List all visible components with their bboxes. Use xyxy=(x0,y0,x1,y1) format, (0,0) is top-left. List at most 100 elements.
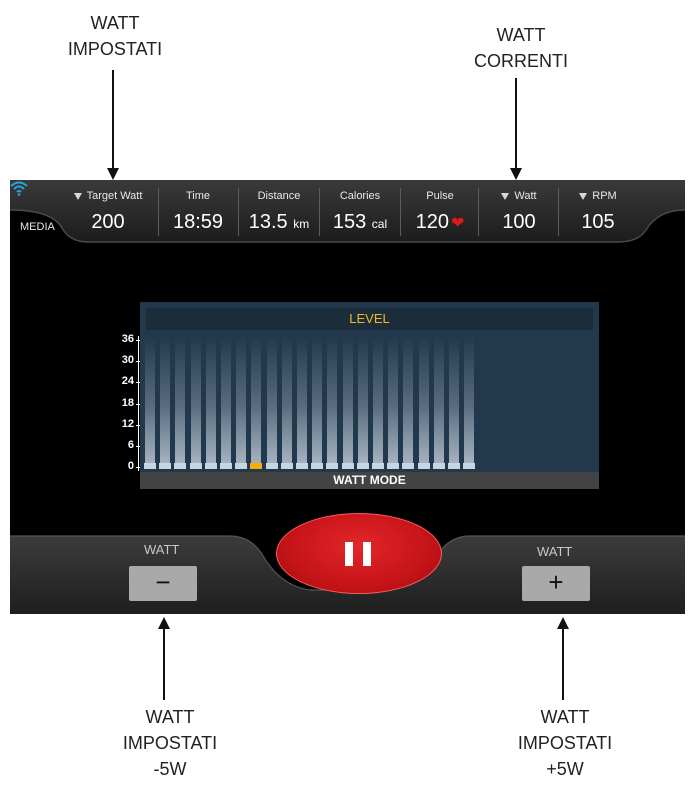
level-column xyxy=(449,336,459,463)
minus-icon: − xyxy=(155,567,171,597)
level-segment xyxy=(402,463,415,469)
level-column xyxy=(418,336,429,463)
annotation-watt-impostati-minus: WATT IMPOSTATI -5W xyxy=(105,704,235,782)
stat-watt[interactable]: Watt 100 xyxy=(480,184,558,242)
stat-rpm[interactable]: RPM 105 xyxy=(560,184,636,242)
level-segment xyxy=(189,463,202,469)
media-button[interactable]: MEDIA xyxy=(20,221,55,233)
annotation-line: WATT xyxy=(90,13,140,33)
level-chart: LEVEL WATT MODE xyxy=(140,302,599,489)
y-tick-mark xyxy=(136,403,140,405)
annotation-watt-impostati-plus: WATT IMPOSTATI +5W xyxy=(500,704,630,782)
level-segment xyxy=(311,463,324,469)
divider xyxy=(158,188,159,236)
annotation-line: WATT xyxy=(540,707,590,727)
heart-icon: ❤ xyxy=(450,215,465,232)
annotation-arrow xyxy=(163,628,165,700)
annotation-arrow xyxy=(515,78,517,170)
annotation-line: IMPOSTATI xyxy=(67,39,163,59)
annotation-line: WATT xyxy=(145,707,195,727)
stat-value: 18:59 xyxy=(160,211,236,234)
stat-value: 105 xyxy=(560,211,636,234)
level-segment xyxy=(356,463,369,469)
level-segment xyxy=(372,463,384,469)
stat-value-text: 13.5 xyxy=(248,211,288,233)
triangle-down-icon xyxy=(501,192,510,200)
stat-label: Pulse xyxy=(426,190,454,202)
y-tick-label: 6 xyxy=(127,438,134,451)
arrow-down-icon xyxy=(107,168,119,180)
divider xyxy=(478,188,479,236)
level-column xyxy=(145,336,155,463)
level-column xyxy=(342,336,353,463)
level-segment xyxy=(280,463,293,469)
chart-title: LEVEL xyxy=(146,308,593,330)
stat-label-text: Watt xyxy=(514,190,537,202)
mode-label: WATT MODE xyxy=(140,472,599,489)
stat-label: Target Watt xyxy=(62,190,154,202)
wifi-icon[interactable] xyxy=(10,180,28,196)
level-segment xyxy=(296,463,308,469)
plus-watt-label: WATT xyxy=(537,544,573,559)
level-segment xyxy=(159,463,172,469)
level-column xyxy=(312,336,323,463)
level-column xyxy=(403,336,414,463)
minus-watt-label: WATT xyxy=(144,542,180,557)
level-segment-active xyxy=(250,463,263,469)
stat-label-text: RPM xyxy=(592,190,617,202)
triangle-down-icon xyxy=(579,192,588,200)
stat-target-watt[interactable]: Target Watt 200 xyxy=(62,184,154,242)
annotation-watt-correnti: WATT CORRENTI xyxy=(456,22,586,74)
stat-unit: cal xyxy=(371,217,388,231)
annotation-line: WATT xyxy=(496,25,546,45)
stat-pulse: Pulse 120 ❤ xyxy=(402,184,478,242)
level-segment xyxy=(341,463,354,469)
y-tick-label: 36 xyxy=(121,333,134,345)
decrease-watt-button[interactable]: − xyxy=(129,566,197,601)
annotation-line: +5W xyxy=(546,759,584,779)
stat-unit: km xyxy=(293,217,310,231)
plus-icon: + xyxy=(548,567,564,597)
stat-value-text: 153 xyxy=(332,211,367,233)
y-tick-label: 0 xyxy=(127,460,134,472)
stat-calories: Calories 153 cal xyxy=(321,184,399,242)
level-segment xyxy=(265,463,278,469)
pause-button[interactable] xyxy=(276,513,442,594)
pause-icon xyxy=(345,542,353,566)
stat-value-text: 18:59 xyxy=(172,211,224,233)
level-column xyxy=(464,336,475,463)
stat-value-text: 200 xyxy=(91,211,125,233)
pause-icon xyxy=(363,542,371,566)
stat-value: 100 xyxy=(480,211,558,234)
annotation-line: IMPOSTATI xyxy=(517,733,613,753)
stat-value: 153 cal xyxy=(321,211,399,234)
level-column xyxy=(236,336,247,463)
level-segment xyxy=(174,463,187,469)
annotation-arrow xyxy=(562,628,564,700)
increase-watt-button[interactable]: + xyxy=(522,566,590,601)
level-segment xyxy=(144,463,156,469)
level-column xyxy=(251,336,262,463)
level-segment xyxy=(326,463,339,469)
arrow-down-icon xyxy=(510,168,522,180)
level-column xyxy=(281,336,292,463)
stat-label: Time xyxy=(185,190,211,202)
level-column xyxy=(373,336,383,463)
level-segment xyxy=(432,463,445,469)
stat-label: RPM xyxy=(560,190,636,202)
stat-value-text: 105 xyxy=(581,211,615,233)
stat-value: 13.5 km xyxy=(240,211,318,234)
y-tick-mark xyxy=(136,361,140,363)
annotation-line: -5W xyxy=(153,759,187,779)
annotation-arrow xyxy=(112,70,114,170)
triangle-down-icon xyxy=(73,192,82,200)
level-column xyxy=(190,336,201,463)
annotation-line: CORRENTI xyxy=(474,51,568,71)
divider xyxy=(238,188,239,236)
stat-label: Calories xyxy=(339,190,381,202)
y-tick-mark xyxy=(136,467,140,468)
stat-label: Distance xyxy=(257,190,301,202)
level-segment xyxy=(204,463,217,469)
level-column xyxy=(327,336,338,463)
y-tick-mark xyxy=(136,382,140,384)
